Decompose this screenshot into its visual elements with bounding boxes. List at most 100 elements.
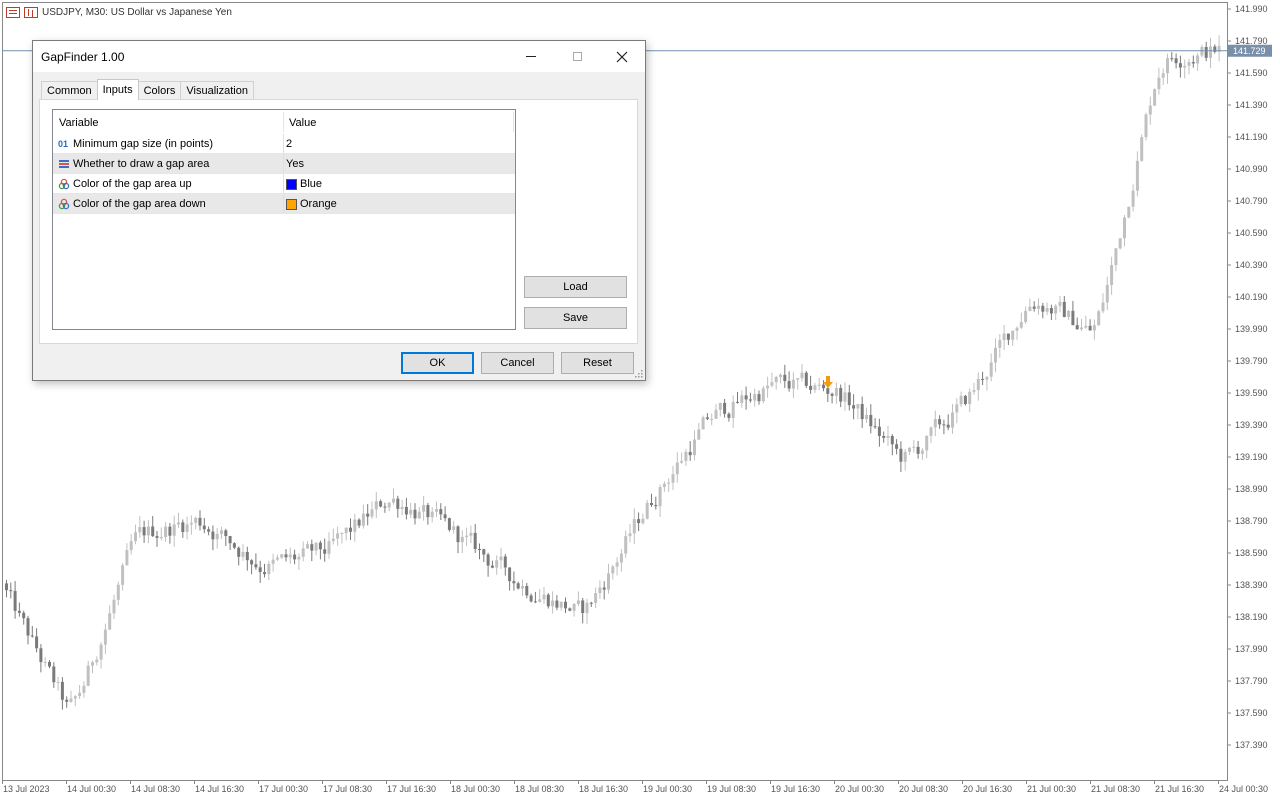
price-label: 138.990 <box>1235 484 1268 494</box>
candle-body <box>314 542 318 551</box>
candle-body <box>869 414 873 427</box>
candle-body <box>800 372 804 379</box>
candle-body <box>237 547 241 557</box>
candle-body <box>946 424 950 428</box>
candle-body <box>1054 305 1058 314</box>
candle-body <box>452 526 456 530</box>
candle-body <box>1075 325 1079 330</box>
candle-body <box>564 601 567 609</box>
candle-body <box>318 542 322 550</box>
row-value[interactable]: Blue <box>286 178 322 190</box>
tab-colors[interactable]: Colors <box>137 81 182 100</box>
candle-body <box>78 692 82 697</box>
candle-body <box>585 602 589 614</box>
candle-body <box>108 613 112 630</box>
table-row[interactable]: Color of the gap area up Blue <box>53 174 515 194</box>
row-value-text: Yes <box>286 158 304 170</box>
candle-body <box>1032 306 1036 309</box>
column-divider[interactable] <box>283 112 284 132</box>
resize-grip-icon[interactable] <box>635 370 643 378</box>
row-value-text: Blue <box>300 178 323 190</box>
candle-body <box>1084 325 1088 328</box>
candle-body <box>22 612 26 619</box>
candle-body <box>1041 305 1045 312</box>
row-value[interactable]: Orange <box>286 198 337 210</box>
candle-body <box>985 376 989 380</box>
candle-body <box>1187 62 1191 66</box>
ok-button[interactable]: OK <box>401 352 474 374</box>
candle-body <box>594 593 598 603</box>
minimize-button[interactable] <box>508 41 554 72</box>
reset-button[interactable]: Reset <box>561 352 634 374</box>
time-label: 18 Jul 00:30 <box>451 784 500 794</box>
candle-body <box>757 394 761 402</box>
candle-body <box>125 550 129 566</box>
candle-body <box>275 557 279 560</box>
int-icon: 01 <box>58 139 69 149</box>
symbol-icon[interactable] <box>24 7 38 18</box>
candle-body <box>1092 325 1096 331</box>
candle-body <box>95 659 99 663</box>
candle-body <box>271 559 275 564</box>
candle-body <box>396 498 400 509</box>
candle-body <box>392 498 395 503</box>
tab-common[interactable]: Common <box>41 81 98 100</box>
candle-body <box>908 447 911 452</box>
candle-body <box>516 583 520 589</box>
price-label: 137.590 <box>1235 708 1268 718</box>
inputs-table: Variable Value 01 Minimum gap size (in p… <box>52 109 516 330</box>
candle-body <box>1062 301 1066 317</box>
candle-body <box>968 391 972 405</box>
candle-body <box>1110 265 1114 285</box>
candle-body <box>39 648 43 663</box>
save-button[interactable]: Save <box>524 307 627 329</box>
dialog-titlebar[interactable]: GapFinder 1.00 <box>33 41 645 72</box>
row-value-text: Orange <box>300 198 337 210</box>
candle-body <box>925 435 929 451</box>
candle-body <box>1105 284 1109 303</box>
candle-body <box>521 586 524 589</box>
time-label: 20 Jul 08:30 <box>899 784 948 794</box>
candle-body <box>43 661 47 663</box>
tab-visualization[interactable]: Visualization <box>180 81 254 100</box>
candle-body <box>439 509 443 515</box>
dialog-tabs: Common Inputs Colors Visualization <box>41 79 254 100</box>
table-row[interactable]: Whether to draw a gap area Yes <box>53 154 515 174</box>
candle-body <box>349 527 352 532</box>
row-value[interactable]: Yes <box>286 158 304 170</box>
candle-body <box>895 444 899 449</box>
candle-body <box>168 526 172 536</box>
candle-body <box>284 554 288 558</box>
candle-body <box>736 401 739 403</box>
candle-body <box>116 584 120 600</box>
row-value[interactable]: 2 <box>286 138 292 150</box>
column-divider[interactable] <box>513 112 514 132</box>
candle-body <box>546 594 550 607</box>
price-label: 137.790 <box>1235 676 1268 686</box>
tab-inputs[interactable]: Inputs <box>96 79 139 100</box>
candle-body <box>1097 311 1101 326</box>
column-header-value[interactable]: Value <box>289 117 316 129</box>
candle-body <box>1123 217 1126 239</box>
candle-body <box>202 525 206 530</box>
cancel-button[interactable]: Cancel <box>481 352 554 374</box>
candle-body <box>35 636 39 649</box>
inputs-panel: Variable Value 01 Minimum gap size (in p… <box>39 99 638 344</box>
candle-body <box>1183 65 1187 68</box>
candle-body <box>486 554 490 566</box>
load-button[interactable]: Load <box>524 276 627 298</box>
candle-body <box>903 451 907 462</box>
candle-body <box>1067 310 1071 317</box>
table-row[interactable]: 01 Minimum gap size (in points) 2 <box>53 134 515 154</box>
column-header-variable[interactable]: Variable <box>59 117 99 129</box>
candle-body <box>619 553 623 563</box>
chart-menu-icon[interactable] <box>6 7 20 18</box>
candle-body <box>598 587 602 594</box>
candle-body <box>482 549 486 555</box>
table-row[interactable]: Color of the gap area down Orange <box>53 194 515 214</box>
candle-body <box>91 662 94 666</box>
time-label: 14 Jul 00:30 <box>67 784 116 794</box>
time-label: 18 Jul 16:30 <box>579 784 628 794</box>
close-button[interactable] <box>599 41 645 72</box>
candle-body <box>774 376 778 383</box>
